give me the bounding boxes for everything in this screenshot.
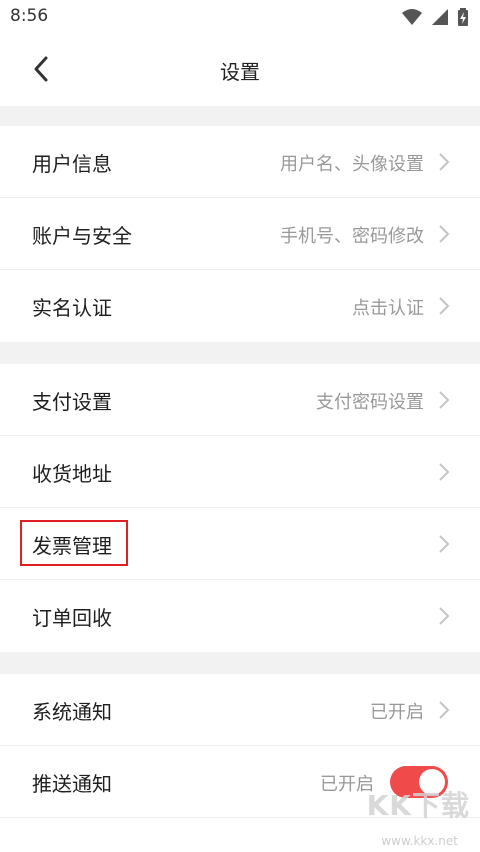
- settings-row-order-recycle[interactable]: 订单回收: [0, 580, 480, 652]
- status-bar: 8:56: [0, 0, 480, 34]
- row-label: 用户信息: [32, 152, 112, 176]
- chevron-right-icon: [439, 153, 450, 171]
- settings-row-real-name[interactable]: 实名认证 点击认证: [0, 270, 480, 342]
- status-icons: [402, 8, 468, 26]
- row-value: 已开启: [370, 702, 424, 723]
- chevron-right-icon: [439, 225, 450, 243]
- page-title: 设置: [220, 60, 260, 84]
- row-value: 点击认证: [352, 298, 424, 319]
- row-label: 实名认证: [32, 296, 112, 320]
- status-time: 8:56: [10, 6, 49, 26]
- watermark-logo: KK下载: [366, 789, 470, 822]
- row-label: 发票管理: [32, 534, 112, 558]
- settings-row-payment[interactable]: 支付设置 支付密码设置: [0, 364, 480, 436]
- row-value: 支付密码设置: [316, 392, 424, 413]
- settings-row-system-notice[interactable]: 系统通知 已开启: [0, 674, 480, 746]
- row-label: 订单回收: [32, 606, 112, 630]
- settings-row-user-info[interactable]: 用户信息 用户名、头像设置: [0, 126, 480, 198]
- battery-icon: [458, 8, 468, 26]
- row-label: 推送通知: [32, 772, 112, 796]
- signal-icon: [432, 9, 448, 25]
- row-value: 用户名、头像设置: [280, 154, 424, 175]
- chevron-right-icon: [439, 463, 450, 481]
- settings-group-account: 用户信息 用户名、头像设置 账户与安全 手机号、密码修改 实名认证 点击认证: [0, 126, 480, 342]
- settings-group-orders: 支付设置 支付密码设置 收货地址 发票管理 订单回收: [0, 364, 480, 652]
- wifi-icon: [402, 9, 422, 25]
- row-label: 账户与安全: [32, 224, 132, 248]
- watermark-site: www.kkx.net: [381, 834, 458, 848]
- nav-bar: 设置: [0, 34, 480, 106]
- chevron-right-icon: [439, 391, 450, 409]
- row-value: 手机号、密码修改: [280, 226, 424, 247]
- chevron-right-icon: [439, 701, 450, 719]
- row-label: 系统通知: [32, 700, 112, 724]
- chevron-right-icon: [439, 607, 450, 625]
- row-label: 收货地址: [32, 462, 112, 486]
- chevron-right-icon: [439, 297, 450, 315]
- settings-row-account-security[interactable]: 账户与安全 手机号、密码修改: [0, 198, 480, 270]
- settings-row-invoice[interactable]: 发票管理: [0, 508, 480, 580]
- row-label: 支付设置: [32, 390, 112, 414]
- settings-row-address[interactable]: 收货地址: [0, 436, 480, 508]
- settings-group-notifications: 系统通知 已开启 推送通知 已开启: [0, 674, 480, 852]
- chevron-right-icon: [439, 535, 450, 553]
